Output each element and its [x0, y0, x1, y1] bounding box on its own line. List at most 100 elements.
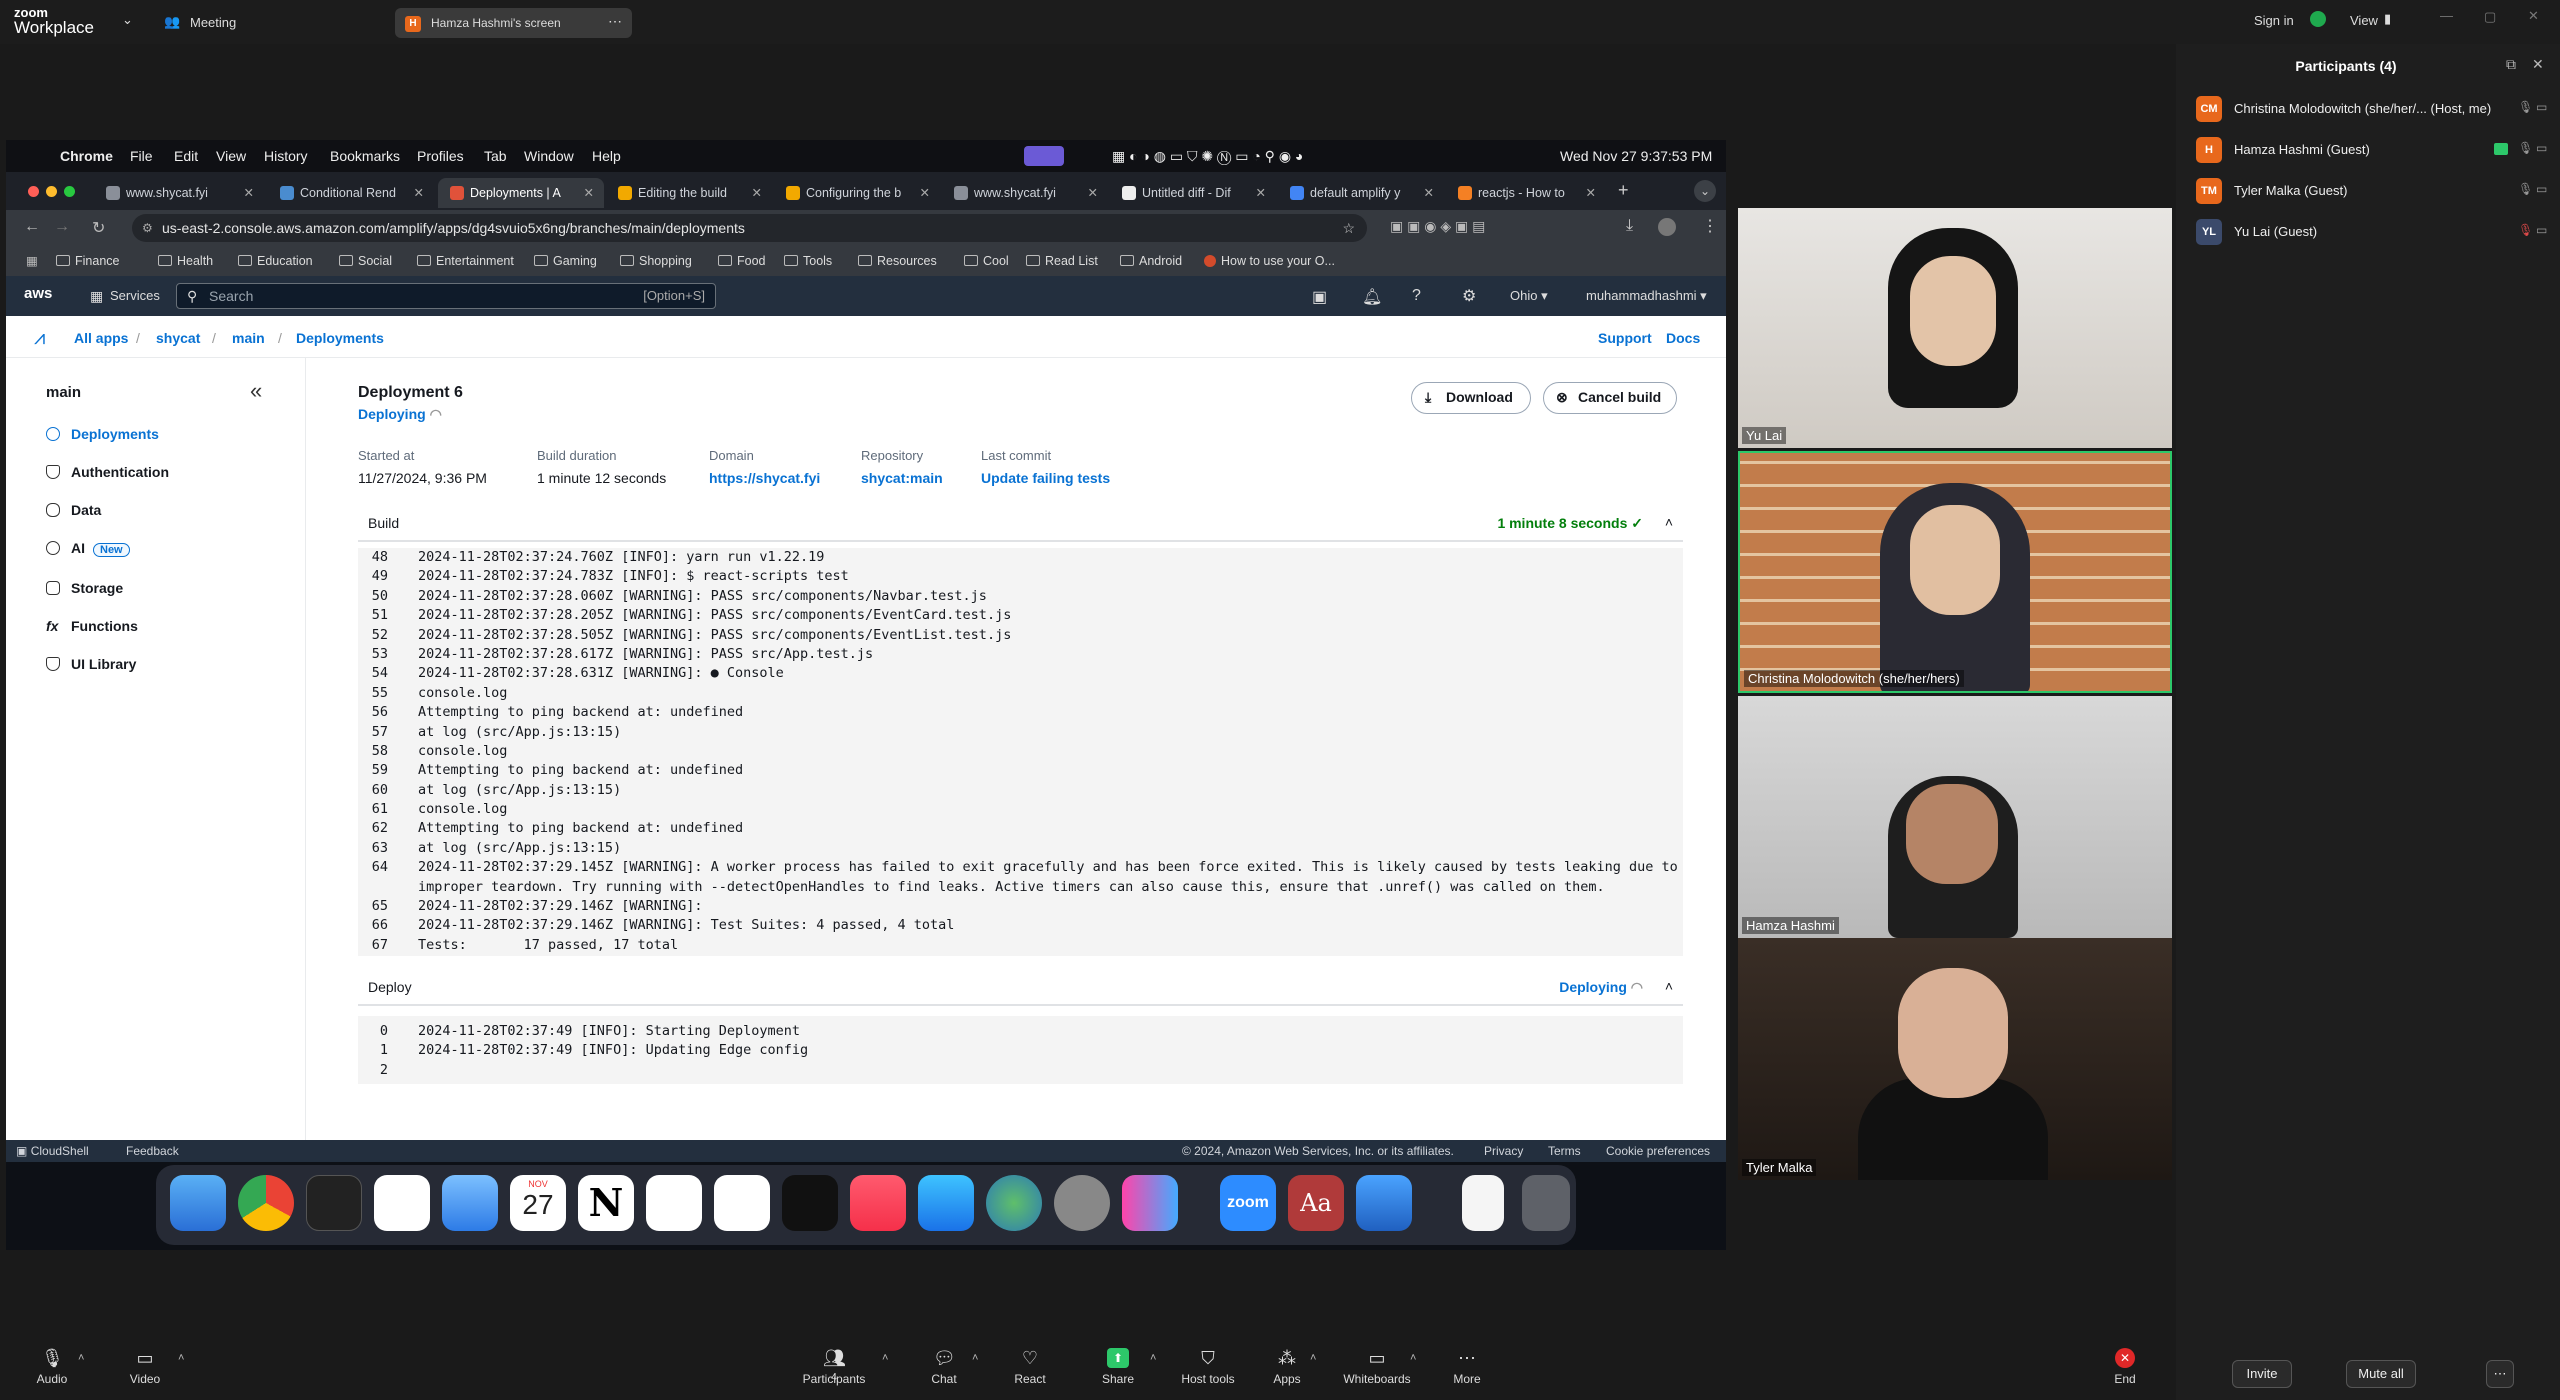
screen-share-indicator-icon[interactable] [1024, 146, 1064, 166]
tab-5[interactable]: Configuring the b ✕ [774, 178, 940, 208]
new-tab-icon[interactable]: + [1618, 180, 1629, 201]
bookmark-folder[interactable]: Gaming [534, 254, 597, 268]
video-button[interactable]: ▭ Video [105, 1348, 185, 1386]
tab-close-icon[interactable]: ✕ [920, 178, 930, 208]
menu-app-name[interactable]: Chrome [60, 148, 113, 164]
breadcrumb-all-apps[interactable]: All apps [74, 330, 128, 346]
bookmark-folder[interactable]: Shopping [620, 254, 692, 268]
camera-icon[interactable]: ▭ [2536, 182, 2547, 196]
feedback-link[interactable]: Feedback [126, 1144, 179, 1158]
camera-icon[interactable]: ▭ [2536, 223, 2547, 237]
support-link[interactable]: Support [1598, 330, 1652, 346]
xcode-icon[interactable] [1356, 1175, 1412, 1231]
menu-profiles[interactable]: Profiles [417, 148, 464, 164]
terminal-icon[interactable] [306, 1175, 362, 1231]
dictionary-icon[interactable]: Aa [1288, 1175, 1344, 1231]
bookmark-folder[interactable]: Food [718, 254, 766, 268]
yaml-file-icon[interactable] [1462, 1175, 1504, 1231]
tab-9[interactable]: reactjs - How to ✕ [1446, 178, 1606, 208]
minimize-icon[interactable]: — [2440, 8, 2453, 23]
mic-icon[interactable]: 🎙︎ [2518, 100, 2533, 114]
tab-close-icon[interactable]: ✕ [584, 178, 594, 208]
services-button[interactable]: Services [110, 288, 160, 303]
repo-link[interactable]: shycat:main [861, 470, 943, 486]
invite-button[interactable]: Invite [2232, 1360, 2292, 1388]
video-tile-christina[interactable]: Christina Molodowitch (she/her/hers) [1738, 451, 2172, 693]
sidebar-item-ui-library[interactable]: UI Library [46, 656, 136, 672]
calendar-icon[interactable]: NOV 27 [510, 1175, 566, 1231]
sidebar-item-storage[interactable]: Storage [46, 580, 123, 596]
collapse-sidebar-icon[interactable]: « [250, 378, 262, 404]
finder-icon[interactable] [170, 1175, 226, 1231]
zoom-app-icon[interactable]: zoom [1220, 1175, 1276, 1231]
pages-icon[interactable] [1122, 1175, 1178, 1231]
maximize-icon[interactable]: ▢ [2484, 9, 2496, 25]
tab-close-icon[interactable]: ✕ [414, 178, 424, 208]
bookmark-folder[interactable]: Entertainment [417, 254, 514, 268]
chrome-menu-icon[interactable]: ⋮ [1702, 216, 1718, 236]
more-button[interactable]: ⋯ More [1427, 1348, 1507, 1386]
privacy-link[interactable]: Privacy [1484, 1144, 1523, 1158]
music-icon[interactable] [850, 1175, 906, 1231]
chevron-up-icon[interactable]: ˄ [178, 1352, 184, 1364]
mail-icon[interactable] [442, 1175, 498, 1231]
commit-link[interactable]: Update failing tests [981, 470, 1110, 486]
more-icon[interactable]: ⋯ [608, 13, 622, 30]
menu-history[interactable]: History [264, 148, 308, 164]
address-bar[interactable]: ⚙ us-east-2.console.aws.amazon.com/ampli… [132, 214, 1367, 242]
help-icon[interactable]: ? [1412, 287, 1421, 305]
view-button[interactable]: View [2350, 13, 2378, 28]
screen-share-pill[interactable]: H Hamza Hashmi's screen ⋯ [395, 8, 632, 38]
cancel-build-button[interactable]: ⊗ Cancel build [1543, 382, 1677, 414]
download-icon[interactable]: ⤓ [1626, 217, 1633, 235]
tab-4[interactable]: Editing the build ✕ [606, 178, 772, 208]
share-button[interactable]: ⬆ Share [1078, 1348, 1158, 1386]
extension-icons[interactable]: ▣ ▣ ◉ ◈ ▣ ▤ [1390, 218, 1485, 235]
tab-search-icon[interactable]: ⌄ [1694, 180, 1716, 202]
mic-icon[interactable]: 🎙︎ [2518, 141, 2533, 155]
services-grid-icon[interactable]: ▦ [90, 288, 103, 305]
tab-7[interactable]: Untitled diff - Dif ✕ [1110, 178, 1276, 208]
apps-grid-icon[interactable]: ▦ [26, 253, 38, 268]
mute-all-button[interactable]: Mute all [2346, 1360, 2416, 1388]
bookmark-folder[interactable]: Education [238, 254, 313, 268]
more-options-icon[interactable]: ⋯ [2486, 1360, 2514, 1388]
mic-icon[interactable]: 🎙︎ [2518, 182, 2533, 196]
notifications-icon[interactable]: 🔔︎ [1362, 287, 1382, 307]
deploy-log[interactable]: 0 2024-11-28T02:37:49 [INFO]: Starting De… [358, 1016, 1683, 1084]
zoom-workplace-logo[interactable]: zoom Workplace [14, 5, 94, 36]
menu-edit[interactable]: Edit [174, 148, 198, 164]
sidebar-item-deployments[interactable]: Deployments [46, 426, 159, 442]
tab-8[interactable]: default amplify y ✕ [1278, 178, 1444, 208]
back-icon[interactable]: ← [24, 218, 40, 236]
tab-3-active[interactable]: Deployments | A ✕ [438, 178, 604, 208]
chevron-up-icon[interactable]: ˄ [1150, 1352, 1156, 1364]
tab-close-icon[interactable]: ✕ [1424, 178, 1434, 208]
cookie-preferences-link[interactable]: Cookie preferences [1606, 1144, 1710, 1158]
build-section-header[interactable]: Build 1 minute 8 seconds ✓ ˄ [358, 504, 1683, 542]
menu-help[interactable]: Help [592, 148, 621, 164]
account-menu[interactable]: muhammadhashmi ▾ [1586, 288, 1707, 304]
build-log[interactable]: 48 2024-11-28T02:37:24.760Z [INFO]: yarn … [358, 548, 1683, 956]
camera-icon[interactable]: ▭ [2536, 100, 2547, 114]
chevron-up-icon[interactable]: ˄ [1410, 1352, 1416, 1364]
reload-icon[interactable]: ↻ [92, 218, 105, 238]
participant-row[interactable]: CM Christina Molodowitch (she/her/... (H… [2196, 94, 2547, 124]
tab-close-icon[interactable]: ✕ [752, 178, 762, 208]
pop-out-icon[interactable]: ⧉ [2506, 56, 2516, 73]
bookmark-link[interactable]: How to use your O... [1204, 254, 1335, 268]
bookmark-folder[interactable]: Finance [56, 254, 119, 268]
bookmark-folder[interactable]: Tools [784, 254, 832, 268]
domain-link[interactable]: https://shycat.fyi [709, 470, 820, 486]
trash-icon[interactable] [1522, 1175, 1570, 1231]
sidebar-item-data[interactable]: Data [46, 502, 101, 518]
vscode-icon[interactable] [714, 1175, 770, 1231]
bookmark-folder[interactable]: Android [1120, 254, 1182, 268]
tab-close-icon[interactable]: ✕ [1256, 178, 1266, 208]
forward-icon[interactable]: → [54, 218, 70, 236]
aws-logo[interactable]: aws [24, 285, 52, 302]
bookmark-star-icon[interactable]: ☆ [1342, 214, 1355, 242]
region-selector[interactable]: Ohio ▾ [1510, 288, 1548, 304]
menu-view[interactable]: View [216, 148, 246, 164]
chevron-up-icon[interactable]: ˄ [1310, 1352, 1316, 1364]
